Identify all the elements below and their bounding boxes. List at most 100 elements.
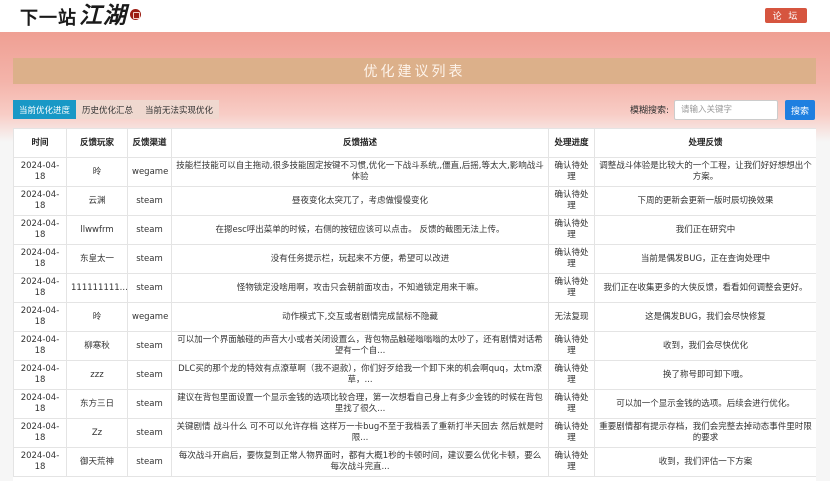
table-row: 2024-04-18 云渊 steam 昼夜变化太突兀了，考虑做慢慢变化 确认待… xyxy=(13,186,816,216)
search-button[interactable]: 搜索 xyxy=(785,100,815,120)
cell-date: 2024-04-18 xyxy=(13,389,67,419)
table-row: 2024-04-18 llwwfrm steam 在摁esc呼出菜单的时候，右侧… xyxy=(13,215,816,245)
table-row: 2024-04-18 zzz steam DLC买的那个龙的特效有点潦草啊（我不… xyxy=(13,360,816,390)
cell-player: 柳寒秋 xyxy=(66,331,128,361)
column-header-status: 处理进度 xyxy=(548,128,595,158)
cell-reply: 我们正在研究中 xyxy=(594,215,816,245)
cell-channel: steam xyxy=(127,244,172,274)
site-logo[interactable]: 下一站 江湖 xyxy=(20,2,141,30)
logo-text-small: 下一站 xyxy=(20,8,77,29)
cell-status: 确认待处理 xyxy=(548,447,595,477)
cell-description: 关键剧情 战斗什么 可不可以允许存档 这样万一卡bug不至于我档丢了重新打半天回… xyxy=(171,418,549,448)
cell-player: 昤 xyxy=(66,157,128,187)
cell-reply: 当前是偶发BUG，正在查询处理中 xyxy=(594,244,816,274)
cell-date: 2024-04-18 xyxy=(13,360,67,390)
cell-status: 确认待处理 xyxy=(548,186,595,216)
table-row: 2024-04-18 昤 wegame 技能栏技能可以自主拖动,很多技能固定按键… xyxy=(13,157,816,187)
page-title: 优化建议列表 xyxy=(13,58,816,84)
cell-status: 确认待处理 xyxy=(548,360,595,390)
cell-description: 没有任务提示栏，玩起来不方便，希望可以改进 xyxy=(171,244,549,274)
cell-reply: 收到，我们会尽快优化 xyxy=(594,331,816,361)
cell-date: 2024-04-18 xyxy=(13,244,67,274)
cell-description: 怪物锁定没啥用啊，攻击只会朝前面攻击，不知道锁定用来干嘛。 xyxy=(171,273,549,303)
cell-reply: 换了称号即可卸下哦。 xyxy=(594,360,816,390)
cell-player: Zz xyxy=(66,418,128,448)
cell-date: 2024-04-18 xyxy=(13,273,67,303)
table-row: 2024-04-18 东方三日 steam 建议在背包里面设置一个显示金钱的选项… xyxy=(13,389,816,419)
cell-description: 动作模式下,交互或者剧情完成鼠标不隐藏 xyxy=(171,302,549,332)
cell-status: 无法复现 xyxy=(548,302,595,332)
cell-description: DLC买的那个龙的特效有点潦草啊（我不退款），你们好歹给我一个卸下来的机会啊qu… xyxy=(171,360,549,390)
cell-reply: 调整战斗体验是比较大的一个工程，让我们好好想想出个方案。 xyxy=(594,157,816,187)
cell-player: 昤 xyxy=(66,302,128,332)
cell-channel: steam xyxy=(127,331,172,361)
cell-channel: steam xyxy=(127,389,172,419)
feedback-table-container: 时间 反馈玩家 反馈渠道 反馈描述 处理进度 处理反馈 2024-04-18 昤… xyxy=(13,128,816,481)
cell-date: 2024-04-18 xyxy=(13,331,67,361)
cell-reply: 这是偶发BUG，我们会尽快修复 xyxy=(594,302,816,332)
tab-current-progress[interactable]: 当前优化进度 xyxy=(13,100,77,119)
table-row: 2024-04-18 111111111... steam 怪物锁定没啥用啊，攻… xyxy=(13,273,816,303)
cell-date: 2024-04-18 xyxy=(13,186,67,216)
forum-button[interactable]: 论 坛 xyxy=(765,8,807,23)
cell-player: 东方三日 xyxy=(66,389,128,419)
top-bar: 下一站 江湖 论 坛 xyxy=(0,0,830,32)
cell-date: 2024-04-18 xyxy=(13,302,67,332)
cell-channel: steam xyxy=(127,186,172,216)
cell-description: 每次战斗开启后，要恢复到正常人物界面时，都有大概1秒的卡顿时间，建议要么优化卡顿… xyxy=(171,447,549,477)
cell-player: zzz xyxy=(66,360,128,390)
cell-channel: wegame xyxy=(127,302,172,332)
feedback-table: 时间 反馈玩家 反馈渠道 反馈描述 处理进度 处理反馈 2024-04-18 昤… xyxy=(13,128,816,477)
cell-reply: 可以加一个显示金钱的选项。后续会进行优化。 xyxy=(594,389,816,419)
cell-player: llwwfrm xyxy=(66,215,128,245)
tab-history-summary[interactable]: 历史优化汇总 xyxy=(76,100,140,119)
cell-reply: 我们正在收集更多的大侠反馈，看看如何调整会更好。 xyxy=(594,273,816,303)
seal-icon xyxy=(130,9,141,20)
cell-status: 确认待处理 xyxy=(548,244,595,274)
cell-description: 建议在背包里面设置一个显示金钱的选项比较合理，第一次想看自己身上有多少金钱的时候… xyxy=(171,389,549,419)
cell-channel: steam xyxy=(127,447,172,477)
table-header-row: 时间 反馈玩家 反馈渠道 反馈描述 处理进度 处理反馈 xyxy=(13,128,816,158)
cell-reply: 重要剧情都有提示存档，我们会完整去掉动态事件里时限的要求 xyxy=(594,418,816,448)
tab-not-implementable[interactable]: 当前无法实现优化 xyxy=(139,100,220,119)
table-row: 2024-04-18 御天荒神 steam 每次战斗开启后，要恢复到正常人物界面… xyxy=(13,447,816,477)
cell-status: 确认待处理 xyxy=(548,418,595,448)
cell-description: 可以加一个界面触碰的声音大小或者关闭设置么，背包物品触碰嗡嗡嗡的太吵了，还有剧情… xyxy=(171,331,549,361)
cell-description: 昼夜变化太突兀了，考虑做慢慢变化 xyxy=(171,186,549,216)
search-label: 模糊搜索: xyxy=(630,106,670,116)
table-row: 2024-04-18 Zz steam 关键剧情 战斗什么 可不可以允许存档 这… xyxy=(13,418,816,448)
cell-status: 确认待处理 xyxy=(548,389,595,419)
cell-channel: steam xyxy=(127,360,172,390)
tab-bar: 当前优化进度 历史优化汇总 当前无法实现优化 xyxy=(13,100,220,119)
cell-date: 2024-04-18 xyxy=(13,418,67,448)
cell-description: 在摁esc呼出菜单的时候，右侧的按钮应该可以点击。 反馈的截图无法上传。 xyxy=(171,215,549,245)
cell-status: 确认待处理 xyxy=(548,157,595,187)
cell-player: 云渊 xyxy=(66,186,128,216)
hero-banner xyxy=(0,32,830,142)
column-header-time: 时间 xyxy=(13,128,67,158)
cell-channel: steam xyxy=(127,215,172,245)
cell-player: 东皇太一 xyxy=(66,244,128,274)
logo-text-big: 江湖 xyxy=(79,2,127,29)
table-row: 2024-04-18 东皇太一 steam 没有任务提示栏，玩起来不方便，希望可… xyxy=(13,244,816,274)
cell-reply: 收到，我们评估一下方案 xyxy=(594,447,816,477)
cell-channel: steam xyxy=(127,273,172,303)
column-header-channel: 反馈渠道 xyxy=(127,128,172,158)
table-row: 2024-04-18 柳寒秋 steam 可以加一个界面触碰的声音大小或者关闭设… xyxy=(13,331,816,361)
cell-status: 确认待处理 xyxy=(548,215,595,245)
cell-channel: steam xyxy=(127,418,172,448)
cell-date: 2024-04-18 xyxy=(13,157,67,187)
cell-status: 确认待处理 xyxy=(548,331,595,361)
cell-channel: wegame xyxy=(127,157,172,187)
column-header-reply: 处理反馈 xyxy=(594,128,816,158)
cell-status: 确认待处理 xyxy=(548,273,595,303)
cell-date: 2024-04-18 xyxy=(13,215,67,245)
column-header-player: 反馈玩家 xyxy=(66,128,128,158)
cell-player: 111111111... xyxy=(66,273,128,303)
cell-date: 2024-04-18 xyxy=(13,447,67,477)
cell-reply: 下周的更新会更新一版时辰切换效果 xyxy=(594,186,816,216)
cell-description: 技能栏技能可以自主拖动,很多技能固定按键不习惯,优化一下战斗系统,,僵直,后摇,… xyxy=(171,157,549,187)
search-input[interactable] xyxy=(674,100,778,120)
column-header-description: 反馈描述 xyxy=(171,128,549,158)
cell-player: 御天荒神 xyxy=(66,447,128,477)
